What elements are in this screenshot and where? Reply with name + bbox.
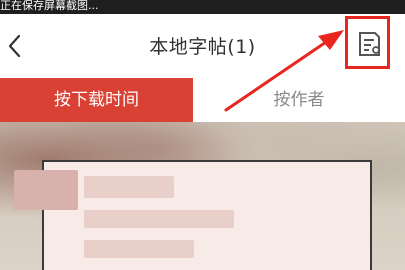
status-bar: 正在保存屏幕截图... [0, 0, 405, 14]
blurred-text [84, 240, 194, 258]
status-bar-text: 正在保存屏幕截图... [0, 0, 99, 12]
tab-download-time[interactable]: 按下载时间 [0, 78, 193, 122]
sort-tabs: 按下载时间 按作者 [0, 78, 405, 122]
tab-author[interactable]: 按作者 [193, 78, 405, 122]
blurred-text [84, 176, 174, 198]
copybook-list [0, 122, 405, 270]
blurred-thumbnail [14, 170, 78, 210]
sort-menu-button[interactable] [345, 16, 390, 69]
copybook-card[interactable] [14, 160, 372, 270]
blurred-text [84, 210, 234, 228]
top-bar: 本地字帖(1) [0, 14, 405, 74]
list-settings-icon [359, 32, 380, 56]
